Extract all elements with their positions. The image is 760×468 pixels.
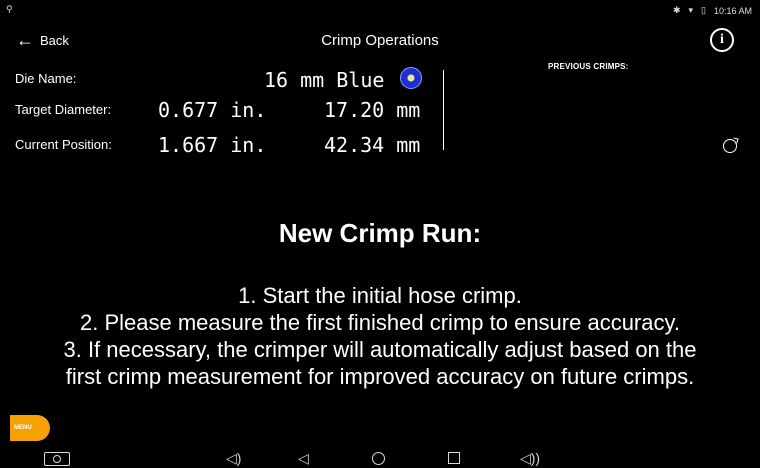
- wifi-icon: ▾: [688, 5, 694, 15]
- target-diameter-inches: 0.677 in.: [158, 98, 267, 122]
- instruction-steps: 1. Start the initial hose crimp. 2. Plea…: [0, 282, 760, 390]
- instruction-step-3: 3. If necessary, the crimper will automa…: [63, 337, 697, 362]
- divider: [443, 70, 444, 150]
- nav-back-icon[interactable]: ◁: [298, 450, 309, 467]
- screenshot-icon[interactable]: [44, 452, 70, 466]
- volume-down-icon[interactable]: ◁): [226, 450, 241, 467]
- volume-up-icon[interactable]: ◁)): [520, 450, 540, 467]
- target-diameter-label: Target Diameter:: [15, 102, 112, 117]
- navigation-bar: ◁) ◁ ◁)): [0, 447, 760, 468]
- die-color-icon: [400, 67, 422, 89]
- current-position-label: Current Position:: [15, 137, 112, 152]
- menu-button[interactable]: MENU: [10, 415, 50, 441]
- info-icon[interactable]: i: [710, 28, 734, 52]
- usb-icon: ⚲: [6, 4, 13, 14]
- instruction-step-2: 2. Please measure the first finished cri…: [80, 310, 680, 335]
- bluetooth-icon: ✱: [672, 5, 681, 15]
- die-name-value: 16 mm Blue: [264, 68, 385, 92]
- screen: ⚲ ✱ ▾ ▯ 10:16 AM ← Back Crimp Operations…: [0, 0, 760, 468]
- status-icons: ✱ ▾ ▯ 10:16 AM: [673, 5, 752, 16]
- instruction-step-4: first crimp measurement for improved acc…: [65, 364, 695, 389]
- battery-icon: ▯: [701, 5, 706, 15]
- previous-crimps-label: PREVIOUS CRIMPS:: [548, 62, 629, 71]
- current-position-mm: 42.34 mm: [324, 133, 421, 157]
- recent-apps-icon[interactable]: [448, 452, 460, 464]
- top-bar: ← Back Crimp Operations i: [0, 24, 760, 60]
- instructions-heading: New Crimp Run:: [278, 218, 482, 248]
- instruction-step-1: 1. Start the initial hose crimp.: [238, 283, 522, 308]
- refresh-icon[interactable]: [723, 139, 737, 153]
- target-diameter-mm: 17.20 mm: [324, 98, 421, 122]
- home-icon[interactable]: [372, 452, 385, 465]
- page-title: Crimp Operations: [321, 32, 439, 49]
- die-name-label: Die Name:: [15, 71, 77, 86]
- clock: 10:16 AM: [713, 5, 752, 16]
- status-bar: ⚲ ✱ ▾ ▯ 10:16 AM: [0, 0, 760, 20]
- current-position-inches: 1.667 in.: [158, 133, 267, 157]
